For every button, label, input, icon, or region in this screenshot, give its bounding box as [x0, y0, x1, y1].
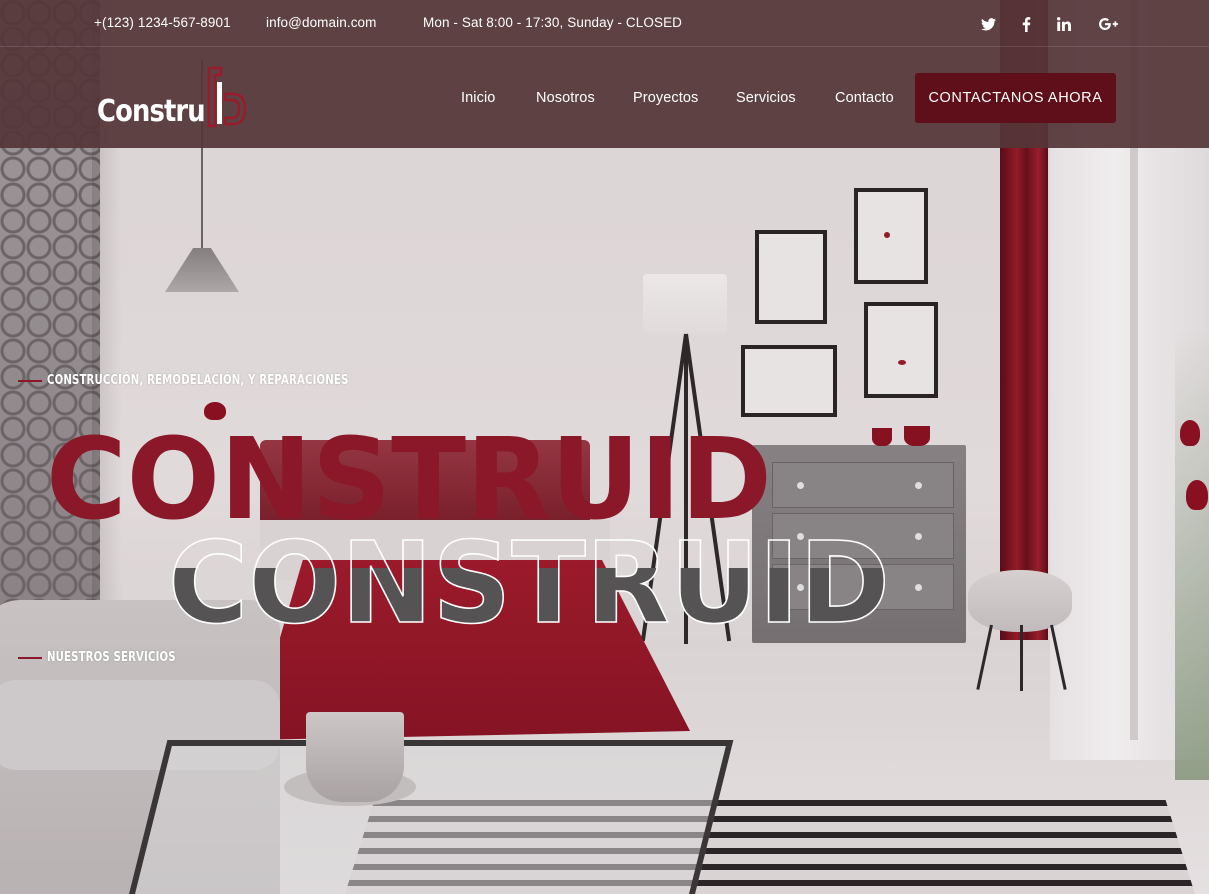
nav-item-nosotros[interactable]: Nosotros — [536, 90, 595, 106]
nav-item-inicio[interactable]: Inicio — [461, 90, 495, 106]
hero-tagline: CONSTRUCCIÓN, REMODELACIÓN, Y REPARACION… — [18, 373, 434, 388]
top-bar: +(123) 1234-567-8901 info@domain.com Mon… — [0, 0, 1209, 47]
services-divider — [18, 656, 42, 659]
logo-text: Constru — [97, 94, 206, 129]
services-link-text: NUESTROS SERVICIOS — [47, 650, 176, 665]
email-address[interactable]: info@domain.com — [266, 15, 377, 30]
hero-title: CONSTRUID CONSTRUID CONSTRUID — [46, 415, 891, 640]
facebook-icon[interactable] — [1015, 13, 1037, 35]
linkedin-icon[interactable] — [1053, 13, 1075, 35]
tagline-divider — [18, 379, 42, 382]
site-header: +(123) 1234-567-8901 info@domain.com Mon… — [0, 0, 1209, 148]
phone-number[interactable]: +(123) 1234-567-8901 — [94, 15, 231, 30]
twitter-icon[interactable] — [977, 13, 999, 35]
google-plus-icon[interactable] — [1095, 13, 1121, 35]
services-link[interactable]: NUESTROS SERVICIOS — [18, 650, 212, 665]
hero-title-secondary-outline: CONSTRUID — [168, 519, 890, 640]
site-logo[interactable]: Constru — [97, 66, 247, 130]
logo-mark-icon — [207, 66, 247, 128]
business-hours: Mon - Sat 8:00 - 17:30, Sunday - CLOSED — [423, 15, 683, 30]
nav-item-servicios[interactable]: Servicios — [736, 90, 796, 106]
nav-item-proyectos[interactable]: Proyectos — [633, 90, 698, 106]
contact-now-button[interactable]: CONTACTANOS AHORA — [915, 73, 1116, 123]
nav-item-contacto[interactable]: Contacto — [835, 90, 894, 106]
tagline-text: CONSTRUCCIÓN, REMODELACIÓN, Y REPARACION… — [47, 373, 349, 388]
